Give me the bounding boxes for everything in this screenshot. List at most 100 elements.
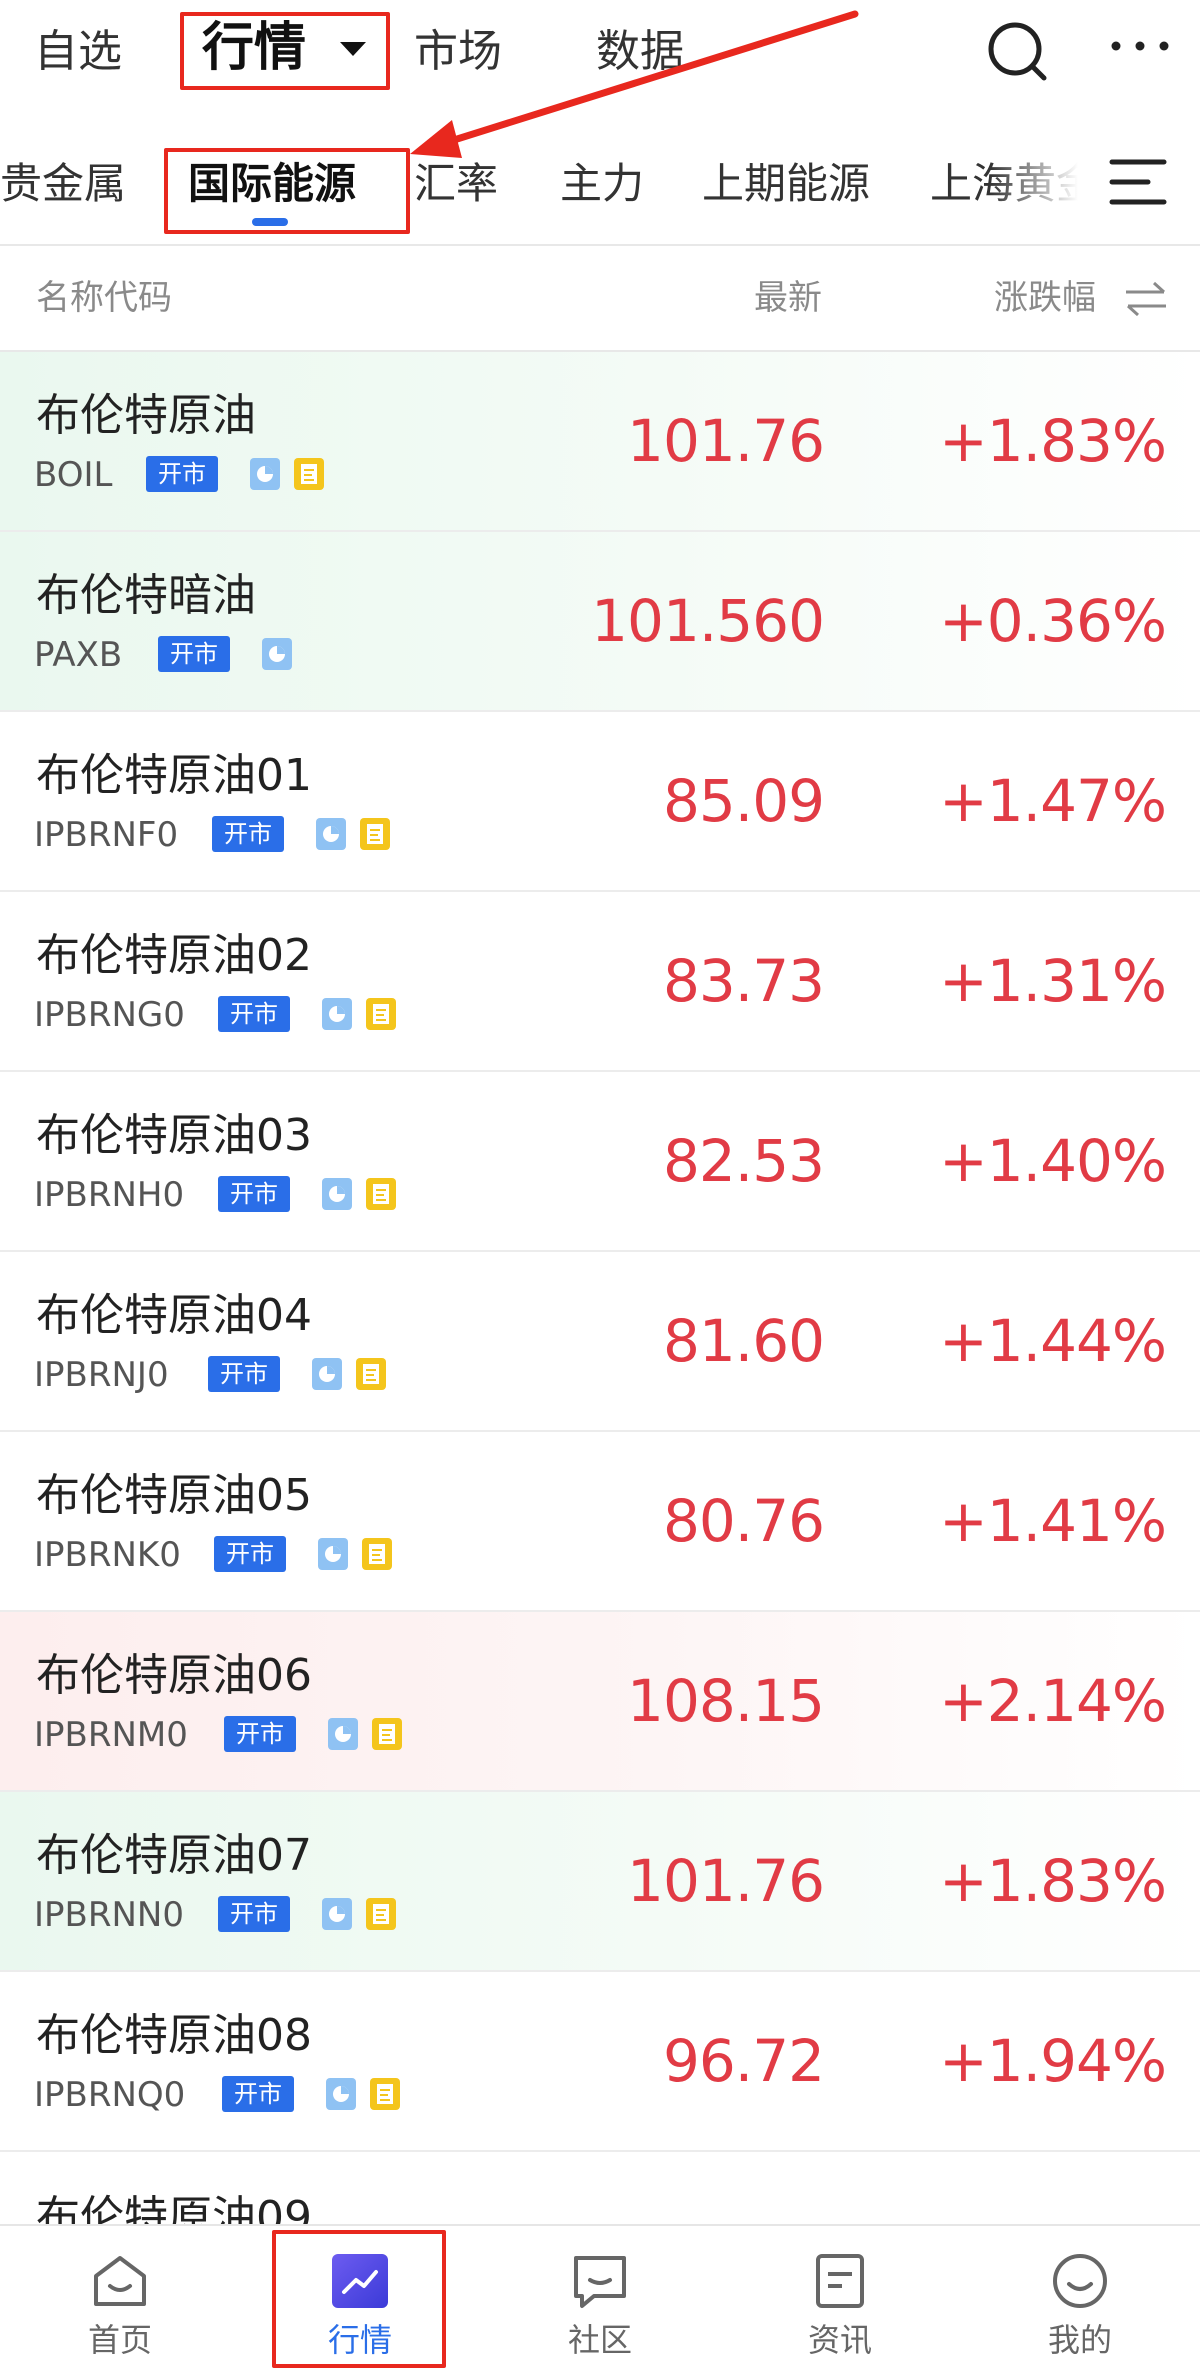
change-percent: +1.47% [939,767,1167,835]
header-latest[interactable]: 最新 [754,274,822,322]
swap-icon[interactable] [1124,280,1168,316]
latest-price: 80.76 [662,1487,825,1555]
instrument-code: PAXB [34,635,123,675]
tabs-fade [990,136,1100,244]
pie-icon [318,1538,348,1570]
top-nav-watchlist[interactable]: 自选 [34,22,122,82]
tab-precious-metals[interactable]: 贵金属 [0,154,126,214]
news-icon [816,2254,864,2308]
market-open-badge: 开市 [146,456,218,492]
doc-icon [370,2078,400,2110]
quote-row[interactable]: 布伦特原油 BOIL 开市 101.76 +1.83% [0,352,1200,532]
market-open-badge: 开市 [208,1356,280,1392]
quote-row[interactable]: 布伦特原油01 IPBRNF0 开市 85.09 +1.47% [0,712,1200,892]
latest-price: 108.15 [627,1667,825,1735]
pie-icon [312,1358,342,1390]
quote-row[interactable]: 布伦特原油04 IPBRNJ0 开市 81.60 +1.44% [0,1252,1200,1432]
quote-row[interactable]: 布伦特原油07 IPBRNN0 开市 101.76 +1.83% [0,1792,1200,1972]
bottom-nav-community[interactable]: 社区 [480,2226,720,2372]
instrument-name: 布伦特原油02 [36,930,312,981]
instrument-code: BOIL [34,455,113,495]
change-percent: +1.83% [939,407,1167,475]
bottom-nav-profile[interactable]: 我的 [960,2226,1200,2372]
doc-icon [366,998,396,1030]
instrument-name: 布伦特原油 [36,390,256,441]
instrument-code: IPBRNH0 [34,1175,185,1215]
header-name-code: 名称代码 [36,278,172,318]
doc-icon [294,458,324,490]
quote-row[interactable]: 布伦特原油05 IPBRNK0 开市 80.76 +1.41% [0,1432,1200,1612]
instrument-code: IPBRNG0 [34,995,185,1035]
doc-icon [356,1358,386,1390]
change-percent: +1.40% [939,1127,1167,1195]
annotation-box-market [180,12,390,90]
pie-icon [322,1178,352,1210]
market-open-badge: 开市 [218,996,290,1032]
pie-icon [316,818,346,850]
quote-row[interactable]: 布伦特原油03 IPBRNH0 开市 82.53 +1.40% [0,1072,1200,1252]
change-percent: +1.94% [939,2027,1167,2095]
latest-price: 83.73 [662,947,825,1015]
bottom-nav-label: 我的 [1047,2321,1112,2359]
column-header: 名称代码 最新 涨跌幅 [0,246,1200,352]
instrument-name: 布伦特原油08 [36,2010,312,2061]
pie-icon [262,638,292,670]
quote-row[interactable]: 布伦特原油08 IPBRNQ0 开市 96.72 +1.94% [0,1972,1200,2152]
doc-icon [360,818,390,850]
quote-row[interactable]: 布伦特原油02 IPBRNG0 开市 83.73 +1.31% [0,892,1200,1072]
market-open-badge: 开市 [212,816,284,852]
latest-price: 81.60 [662,1307,825,1375]
pie-icon [326,2078,356,2110]
instrument-code: IPBRNF0 [34,815,179,855]
instrument-name: 布伦特原油06 [36,1650,312,1701]
search-icon[interactable] [986,20,1050,84]
instrument-name: 布伦特原油07 [36,1830,312,1881]
instrument-name: 布伦特原油03 [36,1110,312,1161]
latest-price: 101.76 [627,407,825,475]
market-open-badge: 开市 [222,2076,294,2112]
bottom-nav-home[interactable]: 首页 [0,2226,240,2372]
market-open-badge: 开市 [214,1536,286,1572]
change-percent: +1.41% [939,1487,1167,1555]
bottom-nav-news[interactable]: 资讯 [720,2226,960,2372]
pie-icon [322,998,352,1030]
bottom-nav-label: 社区 [567,2321,632,2359]
home-icon [94,2256,146,2306]
pie-icon [328,1718,358,1750]
header-change[interactable]: 涨跌幅 [994,274,1096,322]
latest-price: 96.72 [662,2027,825,2095]
latest-price: 85.09 [662,767,825,835]
quote-row[interactable]: 布伦特原油06 IPBRNM0 开市 108.15 +2.14% [0,1612,1200,1792]
doc-icon [366,1178,396,1210]
market-open-badge: 开市 [218,1176,290,1212]
instrument-code: IPBRNJ0 [34,1355,169,1395]
change-percent: +1.31% [939,947,1167,1015]
profile-smile-icon [1053,2254,1107,2308]
annotation-box-intl-energy [164,148,410,234]
doc-icon [372,1718,402,1750]
doc-icon [366,1898,396,1930]
change-percent: +1.44% [939,1307,1167,1375]
instrument-code: IPBRNM0 [34,1715,188,1755]
bottom-nav-label: 资讯 [807,2321,872,2359]
bottom-nav-label: 首页 [87,2321,152,2359]
market-open-badge: 开市 [224,1716,296,1752]
instrument-name: 布伦特原油04 [36,1290,312,1341]
latest-price: 82.53 [662,1127,825,1195]
bottom-nav: 首页 行情 社区 资讯 我的 [0,2224,1200,2372]
instrument-name: 布伦特原油05 [36,1470,312,1521]
annotation-arrow-icon [410,10,859,158]
instrument-code: IPBRNK0 [34,1535,181,1575]
instrument-code: IPBRNQ0 [34,2075,186,2115]
tab-menu-icon[interactable] [1108,152,1168,212]
market-open-badge: 开市 [158,636,230,672]
more-icon[interactable] [1108,36,1172,56]
change-percent: +1.83% [939,1847,1167,1915]
pie-icon [322,1898,352,1930]
latest-price: 101.560 [591,587,825,655]
quote-row[interactable]: 布伦特暗油 PAXB 开市 101.560 +0.36% [0,532,1200,712]
instrument-name: 布伦特原油01 [36,750,312,801]
market-open-badge: 开市 [218,1896,290,1932]
doc-icon [362,1538,392,1570]
instrument-code: IPBRNN0 [34,1895,184,1935]
